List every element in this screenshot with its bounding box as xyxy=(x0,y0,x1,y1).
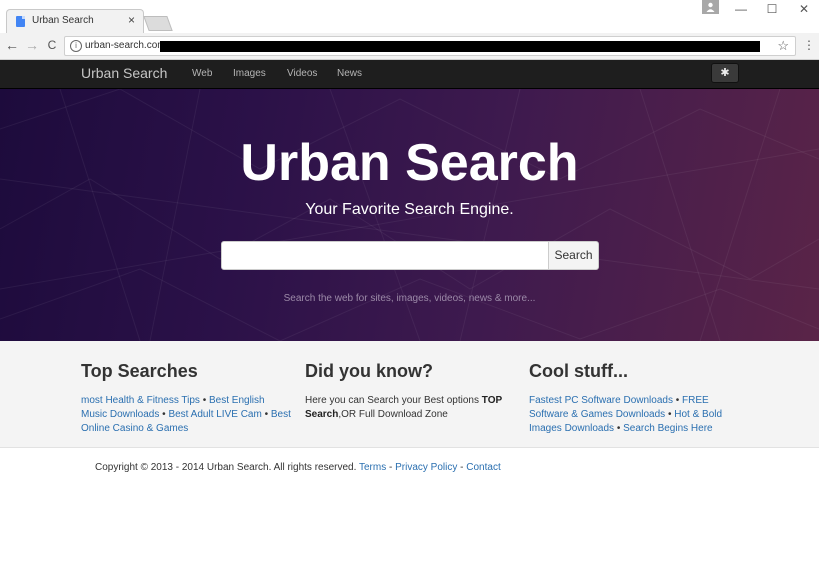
footer-separator: - xyxy=(386,462,396,473)
minimize-icon[interactable]: — xyxy=(731,0,751,18)
forward-arrow-icon[interactable]: → xyxy=(24,36,40,54)
search-button[interactable]: Search xyxy=(548,241,599,270)
browser-tab[interactable]: Urban Search × xyxy=(6,9,144,33)
cool-stuff-heading: Cool stuff... xyxy=(529,361,628,381)
did-you-know-text-after: ,OR Full Download Zone xyxy=(338,409,448,420)
tab-title: Urban Search xyxy=(32,15,94,26)
link-separator: • xyxy=(261,409,271,420)
cool-stuff-list: Fastest PC Software Downloads • FREE Sof… xyxy=(529,394,729,436)
nav-link-images[interactable]: Images xyxy=(233,68,266,79)
browser-toolbar: ← → C i urban-search.com ☆ ⋮ xyxy=(0,33,819,60)
footer-link-contact[interactable]: Contact xyxy=(466,462,500,473)
copyright-text: Copyright © 2013 - 2014 Urban Search. Al… xyxy=(95,462,359,473)
site-info-icon[interactable]: i xyxy=(70,40,82,52)
did-you-know-text: Here you can Search your Best options TO… xyxy=(305,394,517,422)
hero-title: Urban Search xyxy=(240,134,579,192)
profile-icon[interactable] xyxy=(702,0,719,14)
cool-stuff-link[interactable]: Search Begins Here xyxy=(623,423,713,434)
page-favicon-icon xyxy=(16,16,25,27)
url-text: urban-search.com xyxy=(85,40,166,51)
did-you-know-text-before: Here you can Search your Best options xyxy=(305,395,482,406)
site-navbar: Urban Search Web Images Videos News ✱ xyxy=(0,60,819,89)
top-search-link[interactable]: Best Adult LIVE Cam xyxy=(168,409,261,420)
window-close-icon[interactable]: ✕ xyxy=(794,0,814,18)
brand-logo[interactable]: Urban Search xyxy=(81,65,167,81)
new-tab-button[interactable] xyxy=(143,16,173,31)
maximize-icon[interactable]: ☐ xyxy=(762,0,782,18)
did-you-know-heading: Did you know? xyxy=(305,361,433,381)
settings-gear-button[interactable]: ✱ xyxy=(711,63,739,83)
top-searches-list: most Health & Fitness Tips • Best Englis… xyxy=(81,394,293,436)
bookmark-star-icon[interactable]: ☆ xyxy=(777,38,789,54)
nav-link-news[interactable]: News xyxy=(337,68,362,79)
link-separator: • xyxy=(614,423,624,434)
url-redaction xyxy=(160,41,760,52)
link-separator: • xyxy=(672,395,683,406)
footer-link-privacy[interactable]: Privacy Policy xyxy=(395,462,457,473)
nav-link-videos[interactable]: Videos xyxy=(287,68,317,79)
footer: Copyright © 2013 - 2014 Urban Search. Al… xyxy=(95,462,501,473)
reload-icon[interactable]: C xyxy=(44,36,60,54)
cool-stuff-link[interactable]: Fastest PC Software Downloads xyxy=(529,395,673,406)
top-search-link[interactable]: most Health & Fitness Tips xyxy=(81,395,200,406)
tab-strip: Urban Search × — ☐ ✕ xyxy=(0,0,819,33)
tab-close-icon[interactable]: × xyxy=(128,13,135,27)
footer-link-terms[interactable]: Terms xyxy=(359,462,386,473)
browser-menu-icon[interactable]: ⋮ xyxy=(803,38,815,52)
link-separator: • xyxy=(199,395,209,406)
gear-icon: ✱ xyxy=(720,67,730,79)
info-section: Top Searches most Health & Fitness Tips … xyxy=(0,341,819,448)
link-separator: • xyxy=(665,409,675,420)
search-hint: Search the web for sites, images, videos… xyxy=(283,293,536,304)
back-arrow-icon[interactable]: ← xyxy=(4,36,20,54)
top-searches-heading: Top Searches xyxy=(81,361,198,381)
hero-section: Urban Search Your Favorite Search Engine… xyxy=(0,89,819,341)
hero-tagline: Your Favorite Search Engine. xyxy=(305,201,514,218)
address-bar[interactable]: i urban-search.com ☆ xyxy=(64,36,796,56)
footer-separator: - xyxy=(457,462,467,473)
nav-link-web[interactable]: Web xyxy=(192,68,212,79)
search-input[interactable] xyxy=(221,241,549,270)
